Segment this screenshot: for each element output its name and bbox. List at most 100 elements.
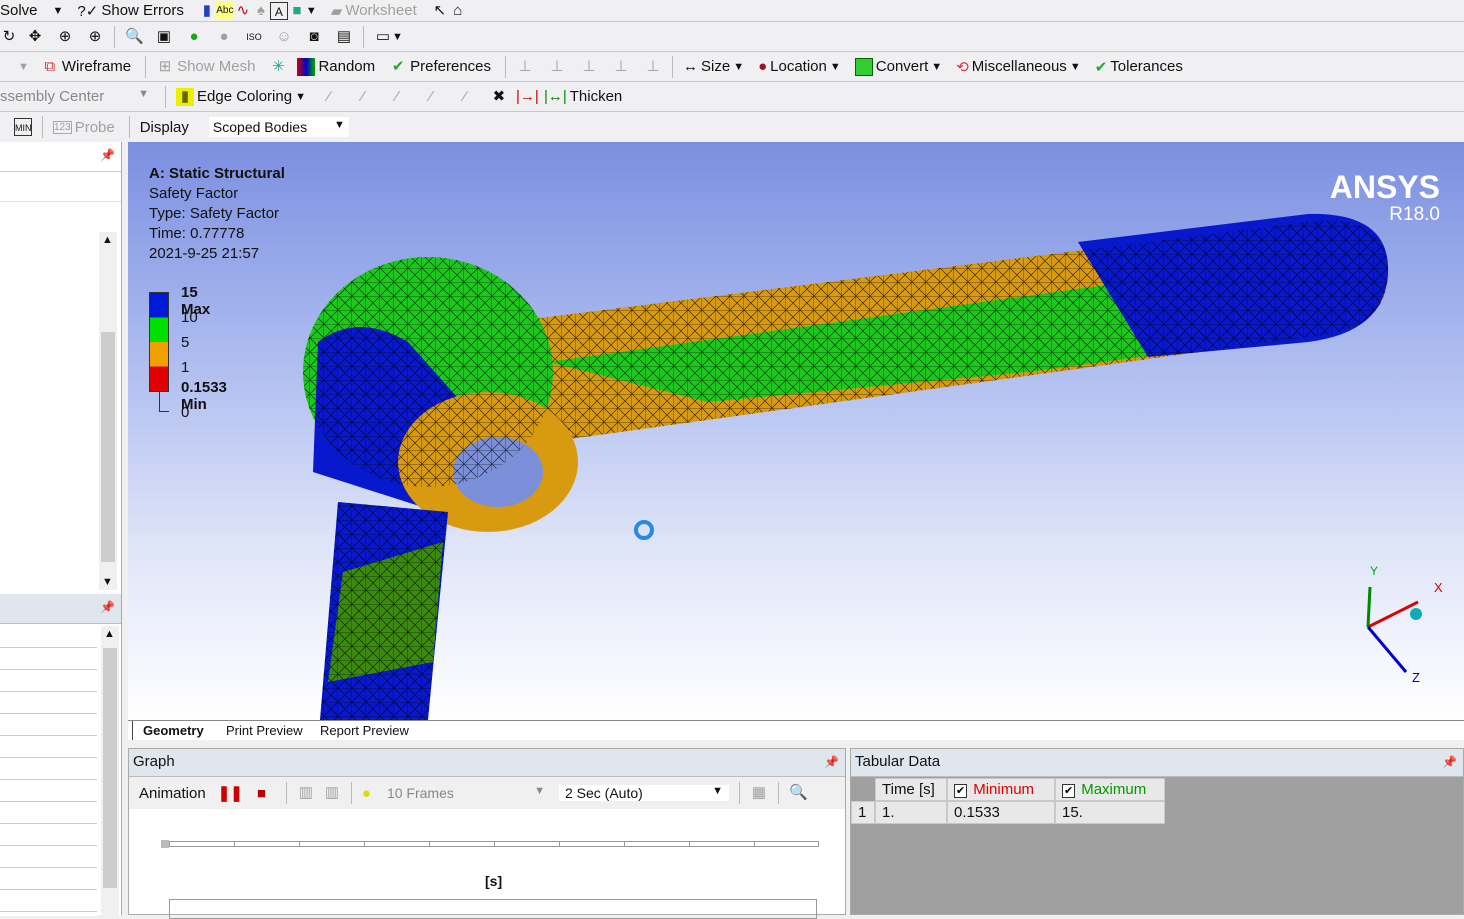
pin-icon[interactable]: ✖ [490,88,508,106]
export-video-icon[interactable]: ▦ [750,784,768,802]
iso-icon[interactable]: ISO [245,28,263,46]
graph-panel: Graph 📌 Animation ❚❚ ■ ▥ ▥ ● 10 Frames ▼ 2 … [128,748,846,919]
thickness-icon[interactable]: |→| [516,88,539,106]
column-header-maximum[interactable]: ✔ Maximum [1055,778,1165,801]
tolerances-button[interactable]: ✔ Tolerances [1095,58,1183,76]
look-at-icon[interactable]: ☺ [275,28,293,46]
comment-icon[interactable]: Abc [215,1,234,20]
bulb-icon[interactable]: ● [362,785,371,802]
coordinate-icon[interactable]: ⊥ [644,58,662,76]
show-errors-button[interactable]: ?✓ Show Errors [77,2,183,20]
outline-scrollbar[interactable]: ▲ ▼ [99,232,117,590]
dropdown-icon[interactable]: ▼ [392,31,403,43]
frames-select[interactable]: 10 Frames ▼ [381,785,551,801]
chart-icon[interactable]: ▮ [198,2,216,20]
frames-icon[interactable]: ▥ [297,784,315,802]
separator [363,25,364,48]
checkbox[interactable]: ✔ [954,784,968,798]
pin-icon[interactable]: 📌 [1442,755,1457,769]
ruler-icon[interactable]: ▤ [335,28,353,46]
pan-icon[interactable]: ✥ [26,28,44,46]
column-header-time: Time [s] [875,778,947,801]
coordinate-icon[interactable]: ⊥ [612,58,630,76]
pin-icon[interactable]: 📌 [100,148,115,162]
axis-x-label: X [1434,580,1443,595]
miscellaneous-button[interactable]: ⟲ Miscellaneous ▼ [956,58,1081,76]
zoom-box-icon[interactable]: ▣ [155,28,173,46]
annotation-icon[interactable]: A [269,1,288,20]
stop-icon[interactable]: ■ [257,785,266,802]
scroll-thumb[interactable] [103,648,117,888]
timeline-handle[interactable] [161,840,169,848]
pin-icon[interactable]: 📌 [824,755,839,769]
rotate-icon[interactable]: ↻ [0,28,18,46]
show-mesh-button[interactable]: ⊞ Show Mesh [156,58,256,76]
tab-geometry[interactable]: Geometry [132,721,214,740]
pause-icon[interactable]: ❚❚ [218,784,243,802]
scroll-up-icon[interactable]: ▲ [102,234,113,246]
probe-button[interactable]: 123 Probe [53,119,115,136]
box-zoom-icon[interactable]: ⊕ [86,28,104,46]
check-icon: ✔ [391,57,405,75]
solve-button[interactable]: Solve ▼ [0,2,63,19]
duration-select[interactable]: 2 Sec (Auto) ▼ [558,785,729,801]
view-cube-icon[interactable]: ◙ [305,28,323,46]
location-button[interactable]: ● Location ▼ [758,58,841,75]
dropdown-icon[interactable]: ▼ [53,5,64,17]
color-box-icon[interactable]: ■ [288,2,306,20]
edge-direction-icon[interactable]: ⁄ [456,88,474,106]
random-colors-button[interactable]: Random [297,57,375,76]
scroll-up-icon[interactable]: ▲ [104,628,115,640]
edge-coloring-button[interactable]: ▮ Edge Coloring ▼ [176,87,306,106]
select-cursor-icon[interactable]: ↖ [431,2,449,20]
image-icon[interactable]: ∿ [234,2,252,20]
zoom-icon[interactable]: ⊕ [56,28,74,46]
tab-print-preview[interactable]: Print Preview [216,721,313,740]
display-select[interactable]: Scoped Bodies ▼ [208,117,349,137]
convert-button[interactable]: Convert ▼ [854,57,942,76]
coordinate-icon[interactable]: ⊥ [548,58,566,76]
version-label: R18.0 [1389,204,1440,225]
preferences-button[interactable]: ✔ Preferences [389,58,491,76]
tag-icon[interactable]: ⌂ [449,2,467,20]
coordinate-icon[interactable]: ⊥ [516,58,534,76]
assembly-center-select[interactable]: ssembly Center ▼ [0,88,155,105]
frames-icon[interactable]: ▥ [323,784,341,802]
display-label: Display [139,118,189,136]
flame-icon[interactable]: ♠ [252,2,270,20]
zoom-fit-icon[interactable]: 🔍 [125,28,144,46]
edge-direction-icon[interactable]: ⁄ [422,88,440,106]
wireframe-button[interactable]: ⧉ Wireframe [41,58,132,76]
wireframe-label: Wireframe [61,58,132,75]
edge-direction-icon[interactable]: ⁄ [354,88,372,106]
column-header-minimum[interactable]: ✔ Minimum [947,778,1055,801]
checkbox[interactable]: ✔ [1062,784,1076,798]
details-scrollbar[interactable]: ▲ [101,626,119,916]
timeline-slider[interactable] [169,841,819,847]
convert-label: Convert [875,58,929,75]
tab-report-preview[interactable]: Report Preview [310,721,419,740]
coordinate-icon[interactable]: ⊥ [580,58,598,76]
explode-icon[interactable]: ✳ [269,58,287,76]
analysis-title: A: Static Structural [149,165,285,182]
edge-direction-icon[interactable]: ⁄ [320,88,338,106]
graphics-viewport[interactable]: A: Static Structural Safety Factor Type:… [128,142,1464,720]
outline-header: 📌 [0,142,121,172]
scroll-thumb[interactable] [101,332,115,562]
zoom-previous-icon[interactable]: ● [185,28,203,46]
scroll-down-icon[interactable]: ▼ [102,576,113,588]
cell-minimum: 0.1533 [947,801,1055,824]
pin-icon[interactable]: 📌 [100,600,115,614]
size-button[interactable]: ↔ Size ▼ [683,58,744,75]
separator [165,85,166,108]
zoom-next-icon[interactable]: ● [215,28,233,46]
dropdown-icon[interactable]: ▼ [18,61,29,73]
worksheet-button[interactable]: ▰ Worksheet [331,2,417,20]
zoom-play-icon[interactable]: 🔍 [789,784,808,802]
thicken-button[interactable]: |↔| Thicken [544,88,622,105]
edge-direction-icon[interactable]: ⁄ [388,88,406,106]
dropdown-icon[interactable]: ▼ [306,5,317,17]
max-icon[interactable]: MIN [14,118,32,136]
dropdown-icon: ▼ [334,119,345,131]
window-icon[interactable]: ▭ [374,28,392,46]
